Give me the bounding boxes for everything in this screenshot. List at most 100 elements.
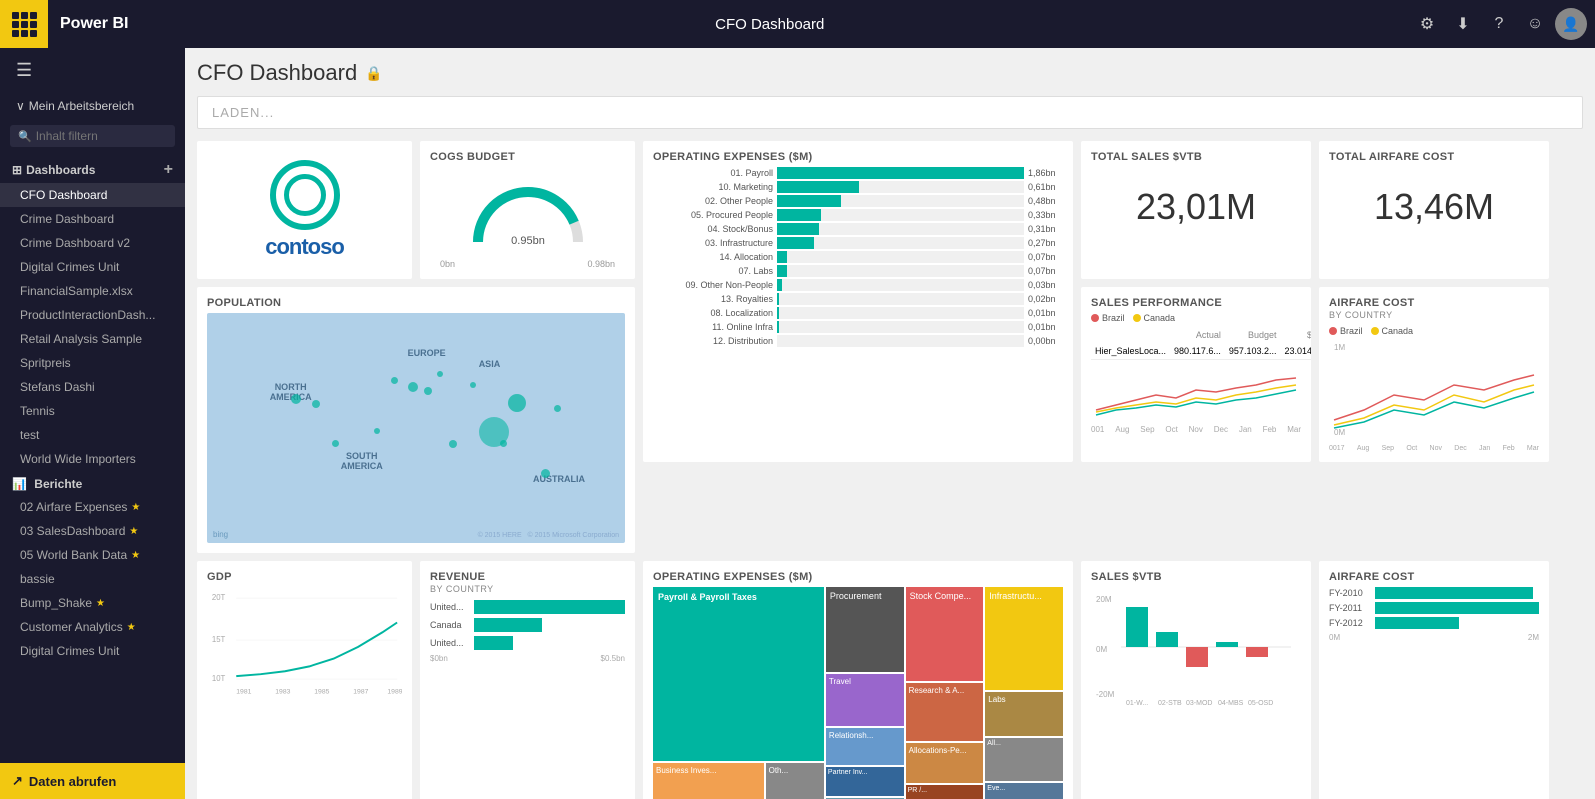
sidebar-item-retail[interactable]: Retail Analysis Sample <box>0 327 185 351</box>
star-icon: ★ <box>96 598 105 609</box>
map-dot-eu4 <box>437 371 443 377</box>
gdp-svg: 20T 15T 10T 1981 1983 1985 1987 1989 <box>207 587 402 697</box>
tile-contoso-logo[interactable]: contoso <box>197 141 412 279</box>
tile-population[interactable]: Population NORTHAMERICA SOUTHAMERICA EUR… <box>197 287 635 553</box>
svg-text:05-OSD: 05-OSD <box>1248 700 1273 707</box>
tile-total-sales[interactable]: Total Sales $VTB 23,01M <box>1081 141 1311 279</box>
sales-perf-row: Hier_SalesLoca... 980.117.6... 957.103.2… <box>1091 343 1311 360</box>
user-avatar[interactable]: 👤 <box>1555 8 1587 40</box>
sidebar-item-sprit[interactable]: Spritpreis <box>0 351 185 375</box>
sidebar-item-tennis[interactable]: Tennis <box>0 399 185 423</box>
sidebar-item-customer[interactable]: Customer Analytics ★ <box>0 615 185 639</box>
treemap-research: Research & A... <box>906 683 984 741</box>
canada-label: Canada <box>1144 313 1176 323</box>
location-cell: Hier_SalesLoca... <box>1091 343 1170 360</box>
europe-label: EUROPE <box>408 348 446 358</box>
svg-text:20T: 20T <box>212 593 226 602</box>
svg-text:1M: 1M <box>1334 343 1345 352</box>
download-icon[interactable]: ⬇ <box>1447 8 1479 40</box>
sales-perf-chart: 001AugSepOctNovDecJanFebMar <box>1091 360 1301 420</box>
col-budget: Budget <box>1225 327 1281 343</box>
search-input[interactable] <box>36 129 167 143</box>
treemap-business: Business Inves... <box>653 763 764 799</box>
svg-text:02-STB: 02-STB <box>1158 700 1182 707</box>
tile-cogs-budget[interactable]: COGS Budget 0.95bn 0bn 0.98bn <box>420 141 635 279</box>
airfare-year-title: Airfare Cost <box>1329 571 1539 583</box>
sales-perf-legend: Brazil Canada <box>1091 313 1301 323</box>
sidebar-item-cfo[interactable]: CFO Dashboard <box>0 183 185 207</box>
settings-icon[interactable]: ⚙ <box>1411 8 1443 40</box>
brazil-label: Brazil <box>1102 313 1125 323</box>
legend-airfare-brazil: Brazil <box>1329 326 1363 336</box>
sidebar-item-product[interactable]: ProductInteractionDash... <box>0 303 185 327</box>
revenue-subtitle: BY COUNTRY <box>430 584 625 594</box>
workspace-selector[interactable]: ∨ Mein Arbeitsbereich <box>0 93 185 119</box>
sidebar-item-digital-crimes[interactable]: Digital Crimes Unit <box>0 255 185 279</box>
sidebar-item-airfare[interactable]: 02 Airfare Expenses ★ <box>0 495 185 519</box>
sidebar-item-test[interactable]: test <box>0 423 185 447</box>
dashboards-section[interactable]: ⊞ Dashboards + <box>0 153 185 183</box>
treemap-procurement: Procurement <box>826 587 904 672</box>
chart-x-labels: 001AugSepOctNovDecJanFebMar <box>1091 425 1301 434</box>
treemap-travel: Travel <box>826 674 904 726</box>
tile-sales-performance[interactable]: Sales Performance Brazil Canada <box>1081 287 1311 462</box>
vtb-cell: 23.014.428 <box>1280 343 1311 360</box>
hamburger-icon[interactable]: ☰ <box>0 48 185 93</box>
svg-text:10T: 10T <box>212 674 226 683</box>
map-dot-eu1 <box>408 382 418 392</box>
airfare-country-subtitle: BY COUNTRY <box>1329 310 1539 320</box>
col-actual: Actual <box>1170 327 1225 343</box>
dashboard-icon: ⊞ <box>12 163 22 177</box>
customer-label: Customer Analytics <box>20 620 123 634</box>
get-data-button[interactable]: ↗ Daten abrufen <box>0 763 185 799</box>
airfare-x-labels: 0017AugSepOctNovDecJanFebMar <box>1329 445 1539 452</box>
sidebar-item-bump[interactable]: Bump_Shake ★ <box>0 591 185 615</box>
grid-icon <box>12 12 37 37</box>
sidebar-item-bassie[interactable]: bassie <box>0 567 185 591</box>
legend-brazil: Brazil <box>1091 313 1125 323</box>
app-logo[interactable] <box>0 0 48 48</box>
tile-airfare-country[interactable]: Airfare Cost BY COUNTRY Brazil Canada <box>1319 287 1549 462</box>
tile-airfare-year[interactable]: Airfare Cost FY-2010 FY-2011 FY-2012 <box>1319 561 1549 799</box>
tile-revenue[interactable]: Revenue BY COUNTRY United... Canada Unit… <box>420 561 635 799</box>
dashboard-header: CFO Dashboard 🔒 <box>197 60 1583 86</box>
sidebar-item-crime[interactable]: Crime Dashboard <box>0 207 185 231</box>
bump-label: Bump_Shake <box>20 596 92 610</box>
help-icon[interactable]: ? <box>1483 8 1515 40</box>
svg-text:1987: 1987 <box>353 689 368 696</box>
tile-opex-treemap[interactable]: Operating Expenses ($M) Payroll & Payrol… <box>643 561 1073 799</box>
budget-cell: 957.103.2... <box>1225 343 1281 360</box>
sidebar-item-crime-v2[interactable]: Crime Dashboard v2 <box>0 231 185 255</box>
gdp-chart: 20T 15T 10T 1981 1983 1985 1987 1989 <box>207 587 402 697</box>
airfare-label: 02 Airfare Expenses <box>20 500 127 514</box>
airfare-country-title: Airfare Cost <box>1329 297 1539 309</box>
tile-gdp[interactable]: GDP 20T 15T 10T 1981 1983 1985 1987 <box>197 561 412 799</box>
world-map: NORTHAMERICA SOUTHAMERICA EUROPE ASIA AU… <box>207 313 625 543</box>
sidebar-item-dc[interactable]: Digital Crimes Unit <box>0 639 185 663</box>
sidebar-item-sales-dash[interactable]: 03 SalesDashboard ★ <box>0 519 185 543</box>
tile-operating-expenses[interactable]: Operating Expenses ($M) 01. Payroll1,86b… <box>643 141 1073 462</box>
search-box[interactable]: 🔍 <box>10 125 175 147</box>
airfare-bar-2011 <box>1375 602 1539 614</box>
treemap-middle: Procurement Travel Relationsh... Partner… <box>826 587 904 799</box>
map-dot-af1 <box>449 440 457 448</box>
lock-icon: 🔒 <box>365 65 382 82</box>
smiley-icon[interactable]: ☺ <box>1519 8 1551 40</box>
opex-chart: 01. Payroll1,86bn 10. Marketing0,61bn 02… <box>653 167 1063 347</box>
south-america-label: SOUTHAMERICA <box>341 451 383 471</box>
tile-sales-svtb[interactable]: Sales $VTB 20M 0M -20M 01-W. <box>1081 561 1311 799</box>
sidebar-item-wwi[interactable]: World Wide Importers <box>0 447 185 471</box>
sidebar-item-financial[interactable]: FinancialSample.xlsx <box>0 279 185 303</box>
tile-total-airfare[interactable]: Total Airfare Cost 13,46M <box>1319 141 1549 279</box>
sales-dash-label: 03 SalesDashboard <box>20 524 125 538</box>
sidebar-item-stefan[interactable]: Stefans Dashi <box>0 375 185 399</box>
add-dashboard-icon[interactable]: + <box>164 161 173 179</box>
berichte-section-header: 📊 Berichte <box>0 471 185 495</box>
contoso-logo: contoso <box>265 160 344 260</box>
svg-text:1981: 1981 <box>236 689 251 696</box>
col-location <box>1091 327 1170 343</box>
sidebar-item-worldbank[interactable]: 05 World Bank Data ★ <box>0 543 185 567</box>
treemap-labs: Labs <box>985 692 1063 736</box>
svg-text:1985: 1985 <box>314 689 329 696</box>
star-icon: ★ <box>131 550 140 561</box>
